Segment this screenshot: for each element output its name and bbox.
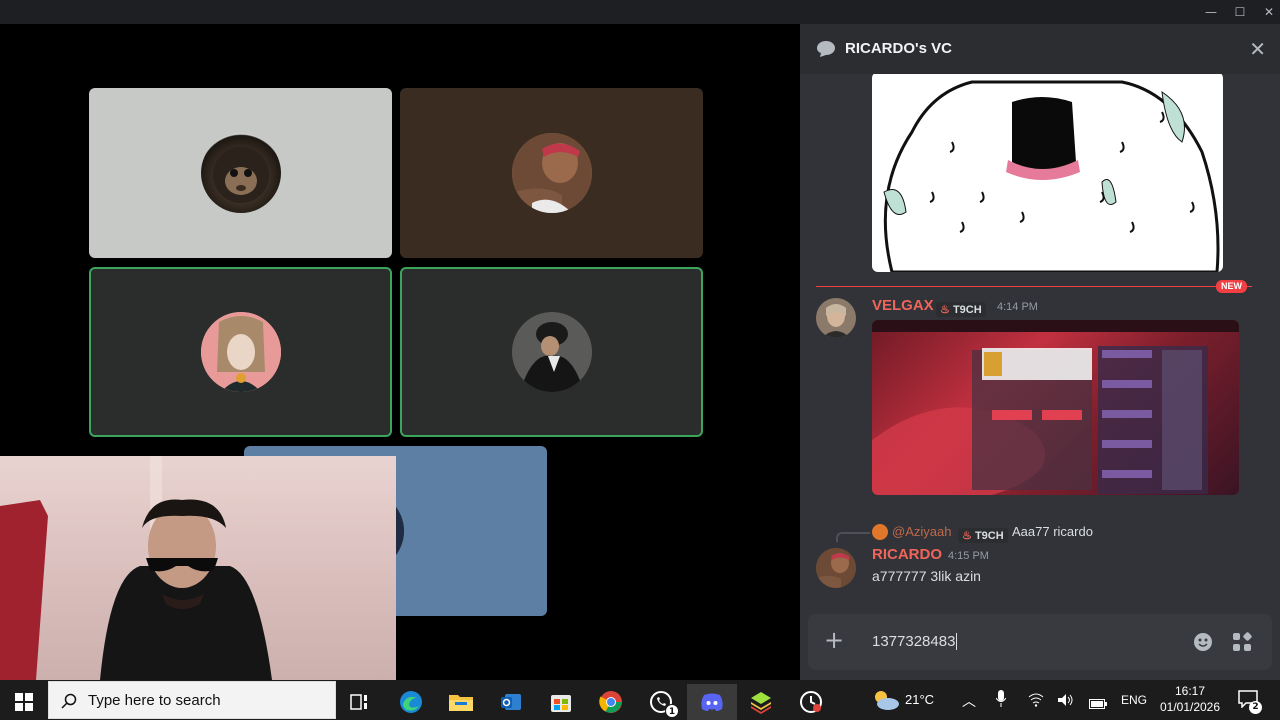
role-tag-label: T9CH <box>952 304 982 316</box>
reply-connector <box>836 532 870 542</box>
chevron-up-icon[interactable]: ︿ <box>962 691 976 711</box>
search-input[interactable]: Type here to search <box>88 692 221 709</box>
message-author[interactable]: VELGAX <box>872 297 934 314</box>
participant-tile-2[interactable] <box>400 88 703 258</box>
clock-time: 16:17 <box>1174 684 1206 698</box>
battery-icon[interactable] <box>1089 694 1107 713</box>
weather-temp: 21°C <box>905 692 935 707</box>
anime-character-avatar <box>200 312 281 392</box>
clock-app-icon[interactable] <box>791 684 831 720</box>
start-button[interactable] <box>4 684 44 720</box>
shirtless-man-avatar <box>511 133 592 213</box>
bluestacks-icon[interactable] <box>741 684 781 720</box>
message-content: a777777 3lik azin <box>872 568 981 584</box>
whatsapp-badge: 1 <box>665 704 679 718</box>
avatar[interactable] <box>816 548 856 588</box>
network-icon[interactable] <box>1028 692 1044 711</box>
message-author[interactable]: RICARDO <box>872 546 942 563</box>
reply-role-tag-label: T9CH <box>974 530 1004 542</box>
whatsapp-icon[interactable]: 1 <box>641 684 681 720</box>
monkey-avatar <box>200 133 281 213</box>
add-attachment-icon[interactable]: + <box>824 628 844 652</box>
clock-date: 01/01/2026 <box>1159 700 1221 714</box>
participant-tile-3[interactable] <box>89 267 392 437</box>
message-timestamp: 4:14 PM <box>997 301 1038 313</box>
system-clock[interactable]: 16:17 01/01/2026 <box>1150 683 1230 717</box>
image-attachment-screenshot[interactable] <box>872 320 1239 495</box>
message-list[interactable]: NEW VELGAX ♨ T9CH 4:14 PM @Aziyaah ♨ T9C… <box>800 74 1280 612</box>
weather-widget[interactable]: 21°C <box>870 688 940 712</box>
search-icon <box>61 693 77 709</box>
volume-icon[interactable] <box>1058 692 1074 711</box>
participant-tile-1[interactable] <box>89 88 392 258</box>
image-attachment-sticker[interactable] <box>872 74 1223 272</box>
reply-text[interactable]: Aaa77 ricardo <box>1012 524 1093 539</box>
message-ricardo: @Aziyaah ♨ T9CH Aaa77 ricardo RICARDO 4:… <box>800 522 1280 602</box>
participant-tile-4[interactable] <box>400 267 703 437</box>
reply-mention[interactable]: @Aziyaah <box>892 524 951 539</box>
chat-title: RICARDO's VC <box>845 40 952 57</box>
role-tag: ♨ T9CH <box>936 298 986 317</box>
message-composer: + 1377328483 <box>808 614 1272 670</box>
outlook-icon[interactable] <box>491 684 531 720</box>
chrome-icon[interactable] <box>591 684 631 720</box>
new-badge: NEW <box>1216 280 1247 293</box>
language-indicator[interactable]: ENG <box>1121 693 1147 707</box>
discord-app: — ☐ ✕ RICARDO's VC ✕ NEW VELGAX ♨ T9CH 4… <box>0 0 1280 680</box>
task-view-icon[interactable] <box>340 684 380 720</box>
notification-count: 2 <box>1249 701 1262 714</box>
message-input[interactable]: 1377328483 <box>872 633 958 650</box>
flame-icon: ♨ <box>940 304 950 316</box>
taskbar-search-box[interactable]: Type here to search <box>48 681 336 719</box>
edge-icon[interactable] <box>391 684 431 720</box>
self-camera-preview[interactable] <box>0 456 396 680</box>
discord-taskbar-icon[interactable] <box>687 684 737 720</box>
cloud-sun-icon <box>875 691 899 710</box>
microphone-icon[interactable] <box>995 690 1007 712</box>
message-timestamp: 4:15 PM <box>948 550 989 562</box>
avatar[interactable] <box>816 298 856 338</box>
reply-role-tag: ♨ T9CH <box>958 524 1008 543</box>
hooded-person-avatar <box>511 312 592 392</box>
flame-icon: ♨ <box>962 530 972 542</box>
apps-icon[interactable] <box>1232 632 1252 656</box>
close-window-button[interactable]: ✕ <box>1254 2 1280 22</box>
close-icon[interactable]: ✕ <box>1249 37 1266 61</box>
chat-panel: RICARDO's VC ✕ NEW VELGAX ♨ T9CH 4:14 PM… <box>800 24 1280 680</box>
microsoft-store-icon[interactable] <box>541 684 581 720</box>
new-messages-divider <box>816 286 1252 287</box>
chat-bubble-icon <box>817 41 835 61</box>
emoji-icon[interactable] <box>1194 633 1212 651</box>
chat-header: RICARDO's VC ✕ <box>800 24 1280 74</box>
message-velgax: VELGAX ♨ T9CH 4:14 PM <box>800 296 1280 506</box>
minimize-button[interactable]: — <box>1196 2 1226 22</box>
title-bar: — ☐ ✕ <box>0 0 1280 24</box>
notifications-icon[interactable]: 2 <box>1238 690 1262 714</box>
reply-avatar-icon <box>872 524 888 540</box>
file-explorer-icon[interactable] <box>441 684 481 720</box>
maximize-button[interactable]: ☐ <box>1225 2 1255 22</box>
